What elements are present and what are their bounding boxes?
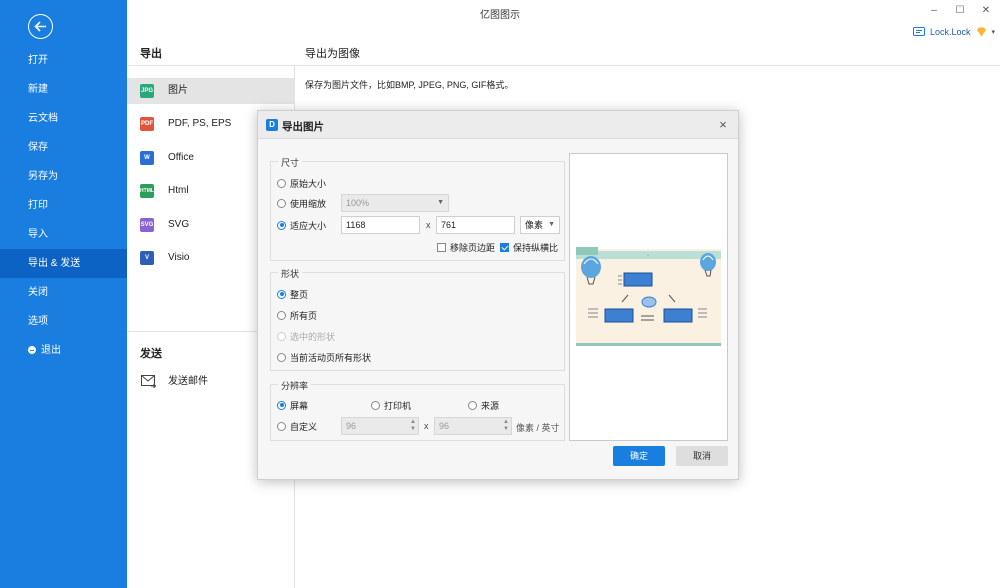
radio-off-icon: [277, 310, 286, 320]
radio-on-icon: [277, 400, 286, 410]
spinner-icon: ▲ ▼: [410, 419, 416, 432]
dpi-y-input[interactable]: 96 ▲ ▼: [434, 417, 512, 435]
screen-option[interactable]: 屏幕: [277, 398, 308, 412]
current-page-shapes-option[interactable]: 当前活动页所有形状: [277, 350, 371, 364]
close-window-button[interactable]: ✕: [979, 4, 993, 18]
title-bar: 亿图图示 – ☐ ✕: [127, 0, 1000, 24]
width-input[interactable]: 1168: [341, 216, 420, 234]
minimize-button[interactable]: –: [927, 4, 941, 18]
dpi-unit-label: 像素 / 英寸: [516, 423, 560, 433]
export-image-dialog: D 导出图片 × 尺寸 原始大小 使用缩放 100% ▼ 适应大小 1168 x…: [257, 110, 739, 480]
app-logo-icon: D: [266, 119, 278, 131]
radio-off-icon: [371, 400, 380, 410]
checkbox-off-icon: [437, 242, 446, 252]
sidebar-item-open[interactable]: 打开: [0, 46, 127, 75]
ok-button[interactable]: 确定: [613, 446, 665, 466]
all-pages-option[interactable]: 所有页: [277, 308, 317, 322]
export-category-image[interactable]: JPG 图片: [127, 78, 294, 104]
mail-icon: [141, 375, 156, 388]
size-group-title: 尺寸: [278, 156, 303, 169]
vip-diamond-icon: [976, 27, 986, 37]
chevron-down-icon: ▼: [437, 199, 444, 206]
checkbox-on-icon: [500, 242, 509, 252]
source-option[interactable]: 来源: [468, 398, 499, 412]
selected-shapes-option[interactable]: 选中的形状: [277, 329, 335, 343]
sidebar-item-print[interactable]: 打印: [0, 191, 127, 220]
sidebar-item-close[interactable]: 关闭: [0, 278, 127, 307]
size-x-label: x: [426, 220, 431, 230]
original-size-option[interactable]: 原始大小: [277, 176, 326, 190]
diagram-thumbnail: ~: [576, 247, 721, 346]
arrow-left-icon: [34, 21, 46, 32]
zoom-option[interactable]: 使用缩放: [277, 196, 326, 210]
visio-icon: V: [140, 251, 154, 265]
radio-disabled-icon: [277, 331, 286, 341]
dialog-close-button[interactable]: ×: [716, 118, 730, 132]
dialog-title: 导出图片: [282, 121, 324, 133]
spinner-icon: ▲ ▼: [503, 419, 509, 432]
radio-off-icon: [277, 352, 286, 362]
sidebar-item-cloud[interactable]: 云文档: [0, 104, 127, 133]
zoom-select[interactable]: 100% ▼: [341, 194, 449, 212]
custom-option[interactable]: 自定义: [277, 419, 317, 433]
radio-on-icon: [277, 220, 286, 230]
sidebar-item-save-as[interactable]: 另存为: [0, 162, 127, 191]
jpg-icon: JPG: [140, 84, 154, 98]
exit-icon: [28, 346, 36, 354]
sidebar-item-new[interactable]: 新建: [0, 75, 127, 104]
whole-page-option[interactable]: 整页: [277, 287, 308, 301]
dialog-header: D 导出图片 ×: [258, 111, 738, 139]
shape-group-title: 形状: [278, 267, 303, 280]
send-heading: 发送: [140, 348, 162, 360]
keep-ratio-checkbox[interactable]: 保持纵横比: [500, 240, 558, 254]
radio-off-icon: [277, 421, 286, 431]
maximize-button[interactable]: ☐: [953, 4, 967, 18]
sidebar-item-exit[interactable]: 退出: [0, 336, 127, 365]
user-menu[interactable]: Lock.Lock ▾: [913, 24, 995, 40]
pdf-icon: PDF: [140, 117, 154, 131]
html-icon: HTML: [140, 184, 154, 198]
dpi-x-input[interactable]: 96 ▲ ▼: [341, 417, 419, 435]
height-input[interactable]: 761: [436, 216, 515, 234]
export-heading: 导出: [140, 48, 162, 60]
shape-group: 形状 整页 所有页 选中的形状 当前活动页所有形状: [270, 267, 565, 371]
chevron-down-icon: ▾: [991, 29, 996, 36]
sidebar-item-save[interactable]: 保存: [0, 133, 127, 162]
header-divider: [127, 65, 1000, 66]
remove-margin-checkbox[interactable]: 移除页边距: [437, 240, 495, 254]
export-preview: ~: [569, 153, 728, 441]
radio-off-icon: [468, 400, 477, 410]
sidebar-item-import[interactable]: 导入: [0, 220, 127, 249]
back-button[interactable]: [28, 14, 53, 39]
sidebar-item-options[interactable]: 选项: [0, 307, 127, 336]
export-subheading: 导出为图像: [305, 48, 360, 60]
sidebar: 打开 新建 云文档 保存 另存为 打印 导入 导出 & 发送 关闭 选项 退出: [0, 0, 127, 588]
fit-size-option[interactable]: 适应大小: [277, 218, 326, 232]
app-title: 亿图图示: [480, 10, 520, 21]
radio-on-icon: [277, 289, 286, 299]
cancel-button[interactable]: 取消: [676, 446, 728, 466]
resolution-group-title: 分辨率: [278, 379, 312, 392]
unit-select[interactable]: 像素 ▼: [520, 216, 560, 234]
chat-icon: [913, 27, 925, 36]
printer-option[interactable]: 打印机: [371, 398, 411, 412]
user-name: Lock.Lock: [930, 27, 971, 37]
svg-icon: SVG: [140, 218, 154, 232]
word-icon: W: [140, 151, 154, 165]
resolution-group: 分辨率 屏幕 打印机 来源 自定义 96 ▲ ▼ x 96 ▲ ▼ 像素 / 英寸: [270, 379, 565, 441]
radio-off-icon: [277, 198, 286, 208]
size-group: 尺寸 原始大小 使用缩放 100% ▼ 适应大小 1168 x 761 像素 ▼…: [270, 156, 565, 261]
dpi-x-label: x: [424, 421, 429, 431]
chevron-down-icon: ▼: [548, 221, 555, 228]
export-description: 保存为图片文件，比如BMP, JPEG, PNG, GIF格式。: [305, 80, 514, 90]
radio-off-icon: [277, 178, 286, 188]
sidebar-item-export-send[interactable]: 导出 & 发送: [0, 249, 127, 278]
